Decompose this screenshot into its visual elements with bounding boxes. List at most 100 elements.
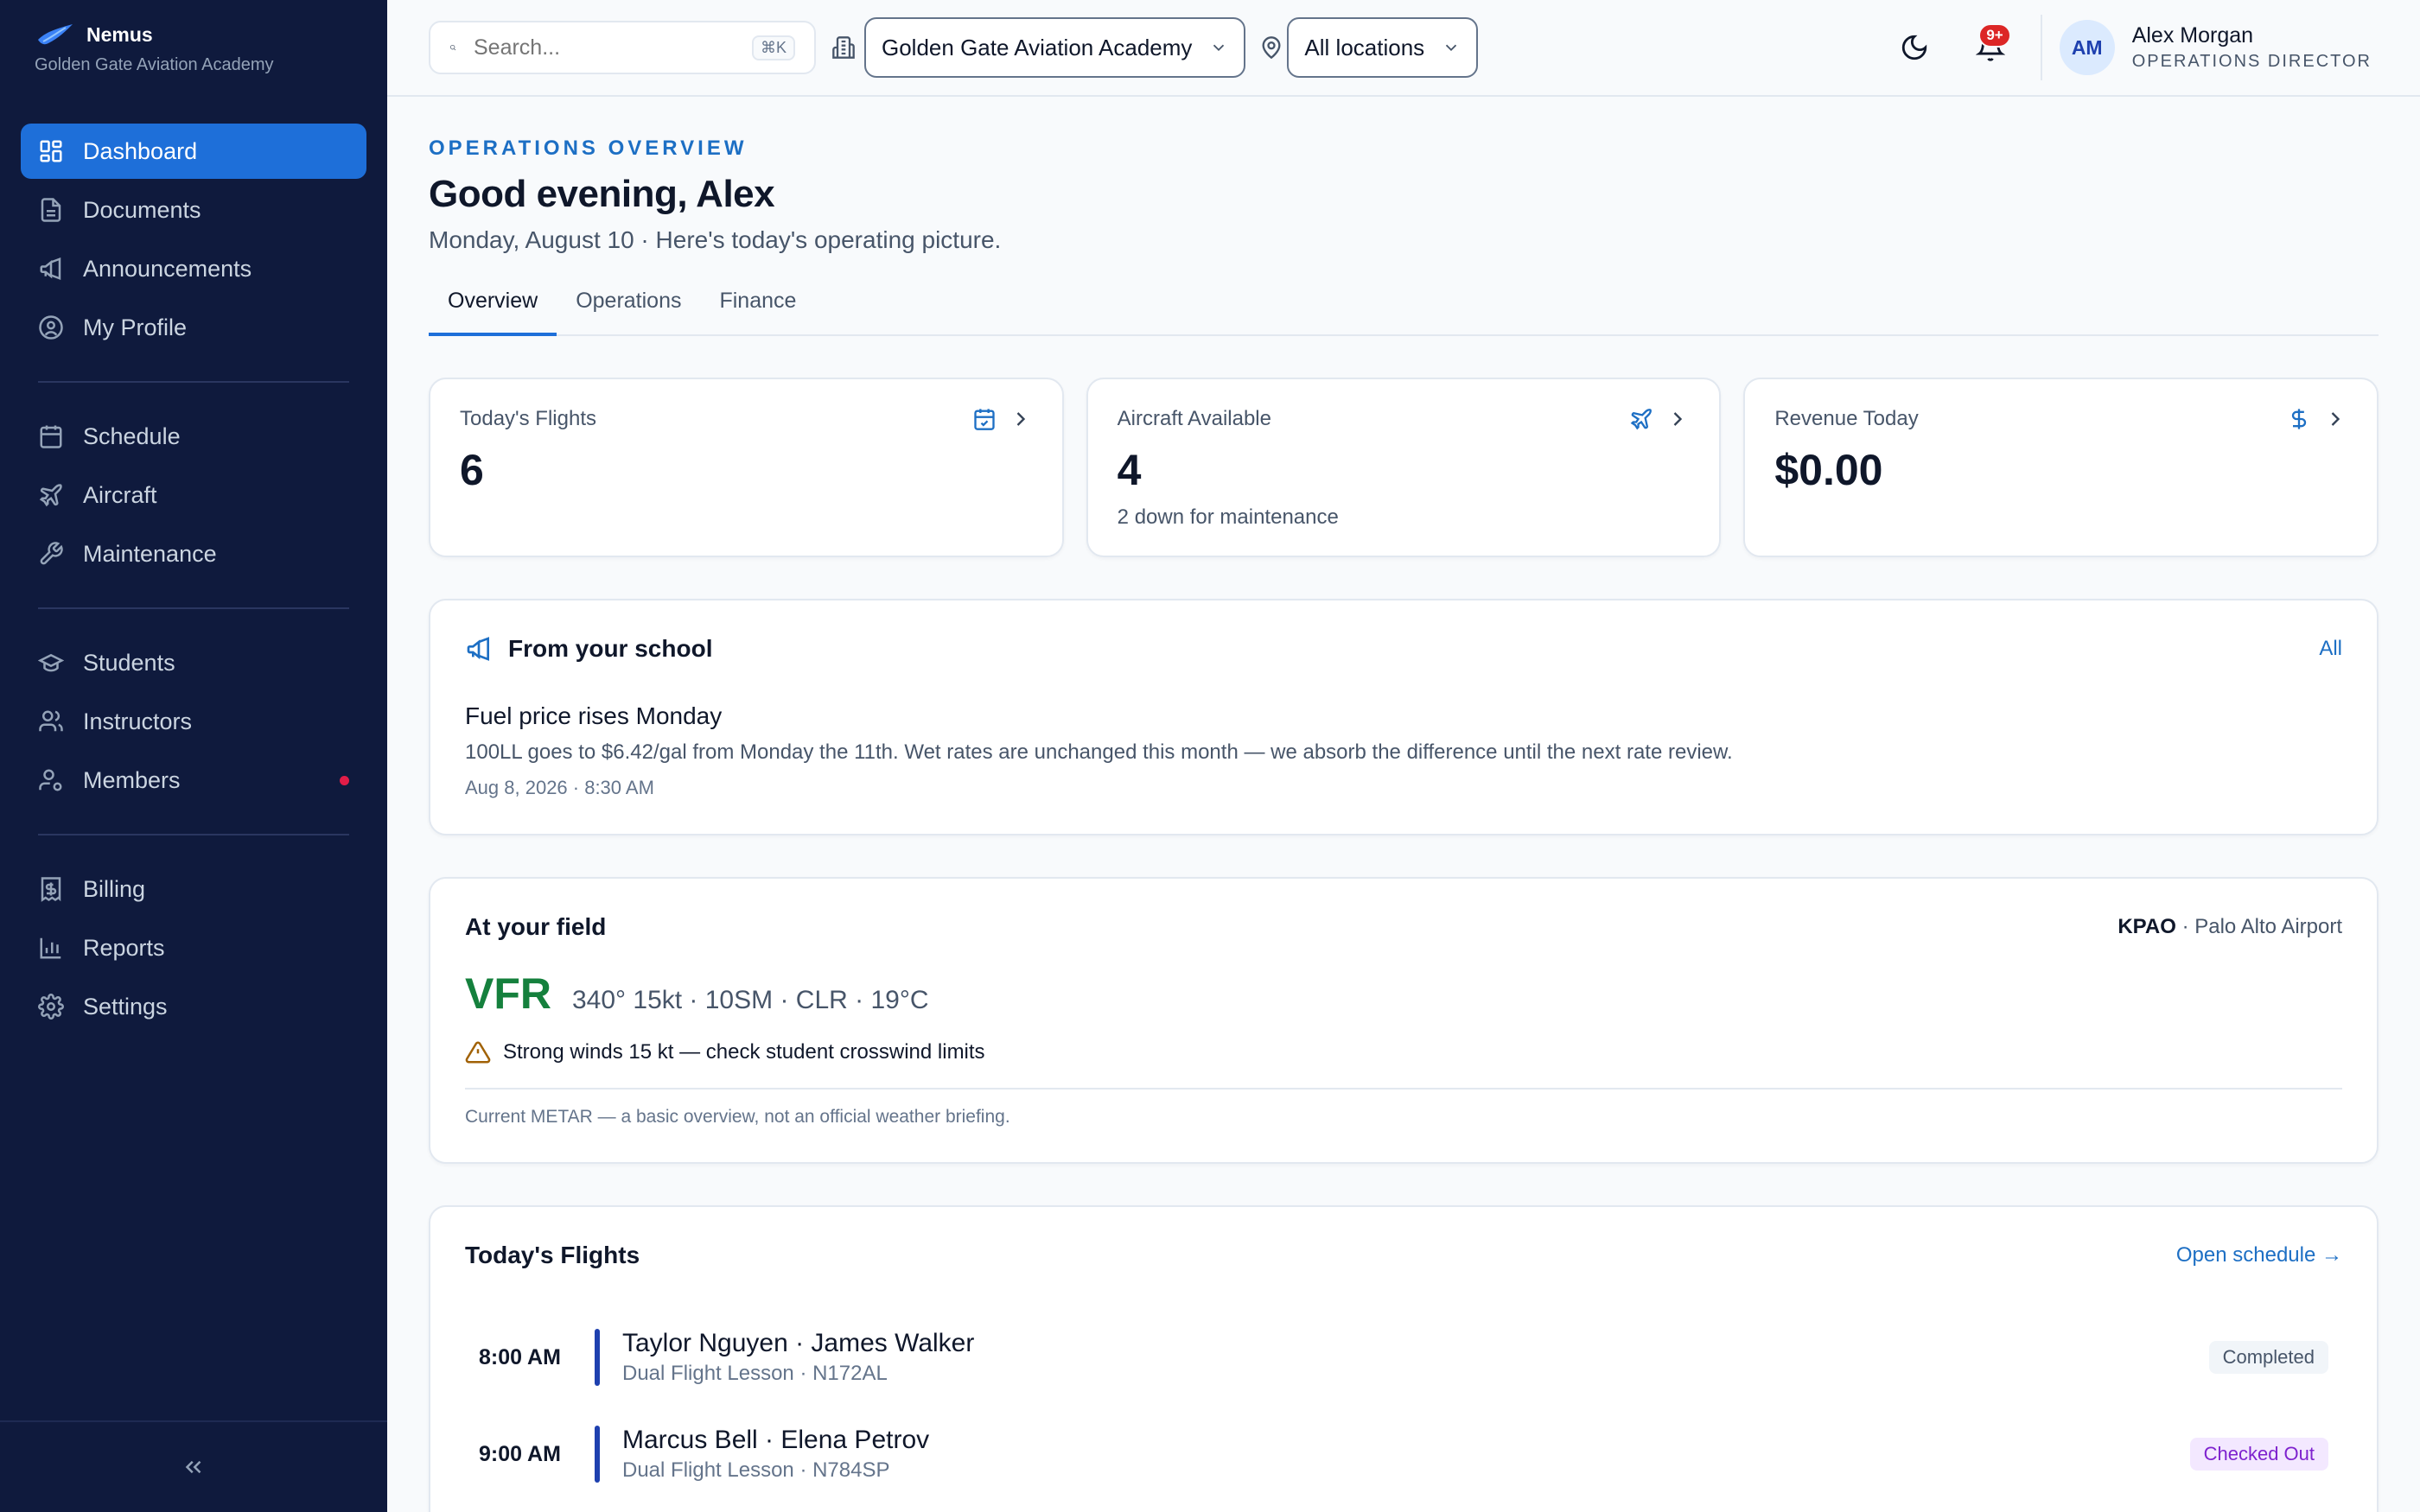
graduation-cap-icon	[38, 653, 64, 672]
stat-card-todays-flights[interactable]: Today's Flights 6	[429, 378, 1064, 557]
user-info[interactable]: Alex Morgan OPERATIONS DIRECTOR	[2132, 23, 2372, 72]
sidebar-item-schedule[interactable]: Schedule	[21, 409, 366, 464]
flight-info: Taylor Nguyen · James Walker Dual Flight…	[622, 1329, 2209, 1386]
sidebar-item-settings[interactable]: Settings	[21, 979, 366, 1034]
avatar[interactable]: AM	[2059, 20, 2115, 75]
sidebar-item-instructors[interactable]: Instructors	[21, 694, 366, 749]
sidebar-item-reports[interactable]: Reports	[21, 920, 366, 975]
tab-operations[interactable]: Operations	[557, 289, 700, 334]
sidebar-item-dashboard[interactable]: Dashboard	[21, 124, 366, 179]
tab-overview[interactable]: Overview	[429, 289, 557, 336]
stat-card-revenue-today[interactable]: Revenue Today $0.00	[1743, 378, 2379, 557]
sidebar-item-label: Settings	[83, 993, 168, 1020]
page-eyebrow: OPERATIONS OVERVIEW	[429, 137, 748, 160]
flight-accent-bar	[595, 1426, 600, 1483]
bar-chart-icon	[40, 937, 61, 959]
brand-name: Nemus	[86, 22, 153, 46]
chevron-right-icon	[1674, 412, 1683, 426]
location-select[interactable]: All locations	[1287, 17, 1479, 78]
topbar: ⌘K Golden Gate Aviation Academy All loca…	[387, 0, 2420, 97]
chevron-right-icon	[2331, 412, 2340, 426]
nav-group-main: Dashboard Documents Announcements My Pro…	[21, 124, 366, 355]
wind-warning-text: Strong winds 15 kt — check student cross…	[503, 1040, 985, 1064]
chevron-right-icon	[1016, 412, 1025, 426]
sidebar-item-label: Aircraft	[83, 481, 157, 508]
open-schedule-link[interactable]: Open schedule →	[2176, 1243, 2342, 1267]
dashboard-icon	[40, 140, 62, 162]
sidebar-item-label: Students	[83, 649, 175, 676]
stat-label: Today's Flights	[460, 407, 596, 430]
megaphone-icon	[467, 637, 489, 661]
status-badge: Completed	[2208, 1341, 2328, 1374]
app-root: Nemus Golden Gate Aviation Academy Dashb…	[0, 0, 2420, 1512]
nav-group-people: Students Instructors Members	[21, 635, 366, 808]
sidebar-collapse-button[interactable]	[0, 1420, 387, 1512]
dollar-icon	[2291, 409, 2307, 429]
notifications-button[interactable]: 9+	[1966, 23, 2015, 72]
nav-divider	[38, 381, 349, 383]
weather-row: VFR 340° 15kt · 10SM · CLR · 19°C	[465, 969, 2342, 1019]
stat-card-aircraft-available[interactable]: Aircraft Available 4 2 down for maintena…	[1086, 378, 1722, 557]
nav-divider	[38, 834, 349, 835]
theme-toggle-button[interactable]	[1890, 23, 1939, 72]
school-select[interactable]: Golden Gate Aviation Academy	[864, 17, 1246, 78]
search-input[interactable]	[473, 35, 752, 60]
sidebar-item-announcements[interactable]: Announcements	[21, 241, 366, 296]
chevrons-left-icon	[185, 1460, 201, 1474]
stat-head: Today's Flights	[460, 407, 1033, 431]
sidebar-item-documents[interactable]: Documents	[21, 182, 366, 238]
users-icon	[39, 710, 63, 732]
sidebar-item-members[interactable]: Members	[21, 753, 366, 808]
sidebar-item-label: Instructors	[83, 708, 193, 734]
all-announcements-link[interactable]: All	[2319, 637, 2342, 661]
page-title: Good evening, Alex	[429, 173, 775, 215]
search-shortcut: ⌘K	[751, 35, 795, 60]
brand[interactable]: Nemus	[0, 0, 387, 47]
sidebar-item-label: Documents	[83, 196, 201, 223]
gear-icon	[38, 994, 64, 1020]
card-title: From your school	[508, 635, 713, 662]
card-header: At your field KPAO · Palo Alto Airport	[465, 913, 2342, 941]
wind-warning: Strong winds 15 kt — check student cross…	[465, 1039, 2342, 1090]
flight-info: Marcus Bell · Elena Petrov Dual Flight L…	[622, 1426, 2190, 1483]
announcement-title: Fuel price rises Monday	[465, 702, 723, 729]
airport-name: Palo Alto Airport	[2194, 915, 2342, 938]
warning-triangle-icon	[465, 1041, 491, 1064]
sidebar-item-label: Schedule	[83, 422, 181, 449]
card-header: From your school All	[465, 635, 2342, 663]
flight-row[interactable]: 8:00 AM Taylor Nguyen · James Walker Dua…	[465, 1319, 2342, 1395]
chevron-down-icon	[1213, 44, 1225, 52]
building-icon	[832, 36, 855, 59]
flight-detail: Dual Flight Lesson · N784SP	[622, 1458, 890, 1482]
sidebar-item-my-profile[interactable]: My Profile	[21, 300, 366, 355]
announcement-item[interactable]: Fuel price rises Monday 100LL goes to $6…	[465, 702, 2342, 799]
status-badge: Checked Out	[2189, 1438, 2328, 1471]
announcement-date: Aug 8, 2026 · 8:30 AM	[465, 777, 654, 798]
sidebar-item-label: Members	[83, 766, 181, 793]
flight-row[interactable]: 9:00 AM Marcus Bell · Elena Petrov Dual …	[465, 1416, 2342, 1492]
stat-head: Revenue Today	[1774, 407, 2347, 431]
tab-finance[interactable]: Finance	[700, 289, 815, 334]
profile-icon	[39, 315, 63, 340]
main-area: ⌘K Golden Gate Aviation Academy All loca…	[387, 0, 2420, 1512]
brand-school: Golden Gate Aviation Academy	[35, 55, 274, 74]
sidebar-item-maintenance[interactable]: Maintenance	[21, 526, 366, 581]
bird-logo-icon	[38, 24, 73, 45]
sidebar-item-students[interactable]: Students	[21, 635, 366, 690]
airport-label: KPAO · Palo Alto Airport	[2118, 915, 2342, 939]
stat-note: 2 down for maintenance	[1117, 505, 1339, 529]
sidebar-item-billing[interactable]: Billing	[21, 861, 366, 917]
nav-group-admin: Billing Reports Settings	[21, 861, 366, 1034]
card-title: Today's Flights	[465, 1242, 640, 1268]
moon-icon	[1901, 35, 1926, 60]
nav-divider	[38, 607, 349, 609]
search-icon	[449, 45, 456, 51]
sidebar-item-label: Announcements	[83, 255, 252, 282]
search-box[interactable]: ⌘K	[429, 21, 816, 74]
flight-time: 8:00 AM	[479, 1344, 561, 1369]
notifications-badge: 9+	[1978, 23, 2011, 48]
sidebar-item-aircraft[interactable]: Aircraft	[21, 467, 366, 523]
announcement-body: 100LL goes to $6.42/gal from Monday the …	[465, 740, 1733, 764]
topbar-divider	[2040, 15, 2042, 80]
sidebar-item-label: Dashboard	[83, 137, 198, 164]
